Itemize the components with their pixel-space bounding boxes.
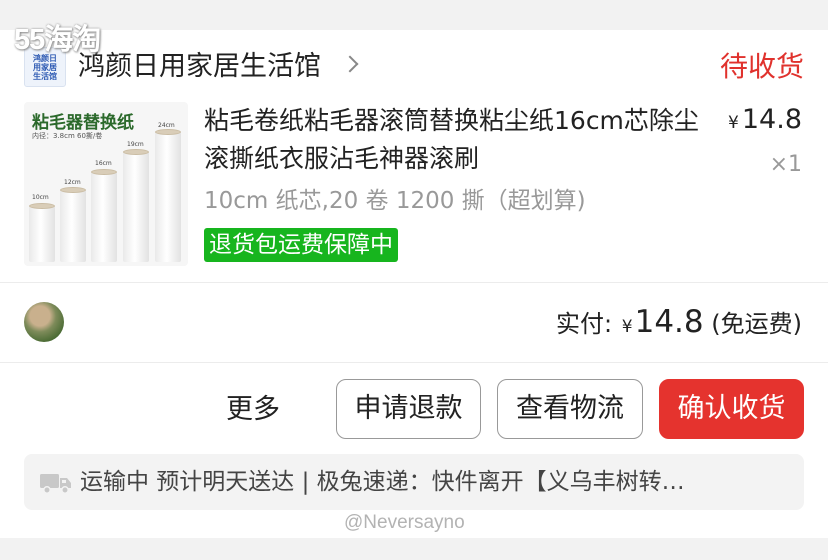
watermark-top: 55海淘 bbox=[14, 24, 101, 56]
product-image-title: 粘毛器替换纸 bbox=[32, 113, 134, 133]
roll-label: 16cm bbox=[95, 160, 112, 167]
divider bbox=[0, 282, 828, 283]
product-sku: 10cm 纸芯,20 卷 1200 撕（超划算) bbox=[204, 188, 586, 214]
roll-24cm bbox=[155, 129, 181, 262]
view-logistics-button[interactable]: 查看物流 bbox=[497, 379, 643, 439]
roll-label: 19cm bbox=[127, 141, 144, 148]
logistics-bar[interactable]: 运输中 预计明天送达 | 极兔速递：快件离开【义乌丰树转… bbox=[24, 454, 804, 510]
roll-16cm bbox=[91, 169, 117, 262]
price-value: 14.8 bbox=[741, 104, 802, 135]
avatar[interactable] bbox=[24, 302, 64, 342]
paid-summary: 实付: ¥14.8 (免运费) bbox=[556, 304, 802, 345]
confirm-receipt-button[interactable]: 确认收货 bbox=[659, 379, 804, 439]
currency-symbol: ¥ bbox=[728, 113, 739, 133]
order-status: 待收货 bbox=[719, 50, 804, 83]
store-logo-line: 生活馆 bbox=[33, 71, 57, 81]
shipping-note: (免运费) bbox=[711, 310, 802, 338]
more-button[interactable]: 更多 bbox=[226, 390, 280, 430]
product-quantity: ×1 bbox=[769, 152, 802, 177]
currency-symbol: ¥ bbox=[621, 317, 633, 337]
roll-10cm bbox=[29, 203, 55, 262]
roll-12cm bbox=[60, 187, 86, 262]
product-price: ¥14.8 bbox=[728, 104, 802, 135]
watermark-bottom: @Neversayno bbox=[344, 512, 465, 533]
truck-icon bbox=[40, 474, 71, 494]
product-image-subtitle: 内径：3.8cm 60撕/卷 bbox=[32, 132, 103, 140]
roll-label: 24cm bbox=[158, 122, 175, 129]
roll-19cm bbox=[123, 149, 149, 262]
store-name[interactable]: 鸿颜日用家居生活馆 bbox=[78, 48, 321, 86]
product-image[interactable]: 粘毛器替换纸 内径：3.8cm 60撕/卷 10cm 12cm 16cm 19c… bbox=[24, 102, 188, 266]
logistics-text: 运输中 预计明天送达 | 极兔速递：快件离开【义乌丰树转… bbox=[80, 469, 685, 495]
divider bbox=[0, 362, 828, 363]
store-logo-line: 用家居 bbox=[33, 62, 57, 72]
refund-button[interactable]: 申请退款 bbox=[336, 379, 481, 439]
product-title[interactable]: 粘毛卷纸粘毛器滚筒替换粘尘纸16cm芯除尘滚撕纸衣服沾毛神器滚刷 bbox=[204, 102, 714, 178]
paid-amount: 14.8 bbox=[634, 304, 704, 340]
roll-label: 12cm bbox=[64, 179, 81, 186]
return-shipping-badge: 退货包运费保障中 bbox=[204, 228, 398, 262]
roll-label: 10cm bbox=[32, 194, 49, 201]
paid-label: 实付: bbox=[556, 310, 613, 338]
